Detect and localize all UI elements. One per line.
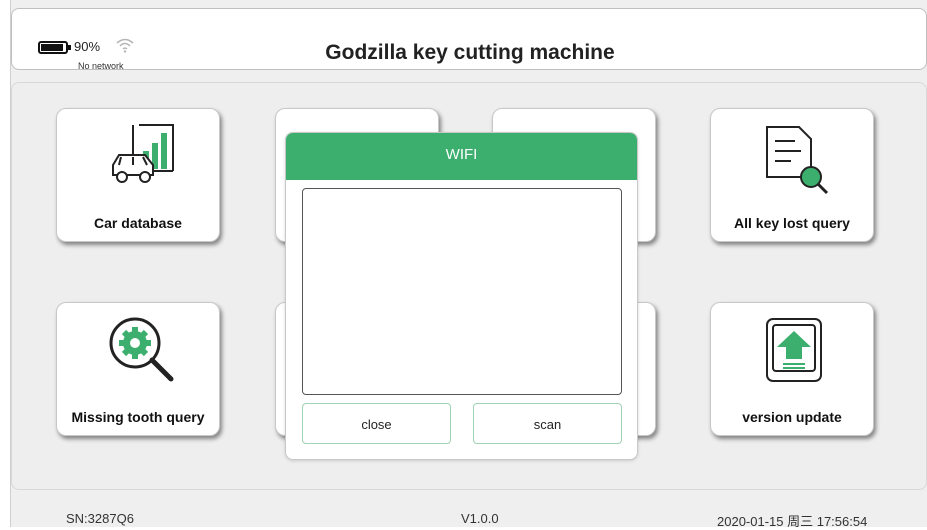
gear-search-icon — [109, 317, 174, 382]
document-search-icon — [766, 126, 829, 195]
dialog-title: WIFI — [445, 146, 478, 163]
car-chart-icon — [112, 124, 174, 183]
wifi-dialog: WIFI close scan — [285, 132, 638, 460]
tile-label: Car database — [94, 215, 182, 231]
serial-number: SN:3287Q6 — [66, 511, 134, 526]
status-header-bar: 90% No network Godzilla key cutting mach… — [11, 8, 927, 71]
page-title: Godzilla key cutting machine — [325, 41, 615, 64]
missing-tooth-query-tile[interactable]: Missing tooth query — [56, 302, 220, 436]
dialog-header: WIFI — [286, 133, 637, 180]
version-update-tile[interactable]: version update — [710, 302, 874, 436]
scan-button[interactable]: scan — [473, 403, 622, 444]
all-key-lost-query-tile[interactable]: All key lost query — [710, 108, 874, 242]
tile-label: Missing tooth query — [71, 409, 205, 425]
status-footer: SN:3287Q6 V1.0.0 2020-01-15 周三 17:56:54 — [11, 500, 927, 529]
car-database-tile[interactable]: Car database — [56, 108, 220, 242]
tile-label: version update — [742, 409, 842, 425]
upload-arrow-icon — [766, 318, 822, 382]
date-time: 2020-01-15 周三 17:56:54 — [717, 514, 868, 529]
tile-label: All key lost query — [734, 215, 850, 231]
close-button[interactable]: close — [302, 403, 451, 444]
wifi-network-list[interactable] — [302, 188, 622, 395]
version-number: V1.0.0 — [461, 511, 499, 526]
